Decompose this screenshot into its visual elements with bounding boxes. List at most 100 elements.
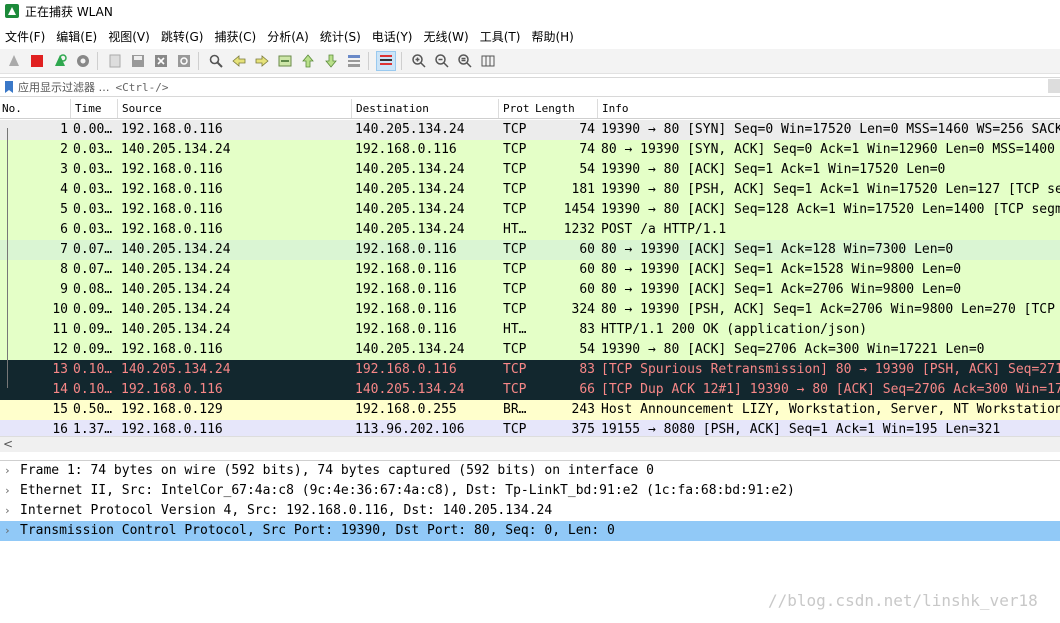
menu-item[interactable]: 分析(A): [262, 28, 315, 45]
packet-info: 19390 → 80 [PSH, ACK] Seq=1 Ack=1 Win=17…: [601, 182, 1060, 197]
detail-tree-row[interactable]: › Frame 1: 74 bytes on wire (592 bits), 7…: [0, 461, 1060, 481]
packet-list[interactable]: 1 0.00… 192.168.0.116 140.205.134.24 TCP 74 19…: [0, 120, 1060, 436]
column-divider[interactable]: [70, 99, 71, 118]
packet-list-scrollbar[interactable]: <: [0, 436, 1060, 452]
zoom-reset-icon[interactable]: [455, 51, 474, 71]
packet-row[interactable]: 8 0.07… 140.205.134.24 192.168.0.116 TCP 60 80…: [0, 260, 1060, 280]
detail-text: Frame 1: 74 bytes on wire (592 bits), 74…: [20, 463, 654, 478]
col-header-length[interactable]: Length: [535, 102, 575, 115]
packet-row[interactable]: 14 0.10… 192.168.0.116 140.205.134.24 TCP 66 […: [0, 380, 1060, 400]
menu-item[interactable]: 工具(T): [475, 28, 527, 45]
column-divider[interactable]: [597, 99, 598, 118]
packet-no: 4: [60, 182, 68, 197]
col-header-destination[interactable]: Destination: [356, 102, 429, 115]
expand-arrow-icon[interactable]: ›: [4, 521, 11, 541]
packet-info: 80 → 19390 [SYN, ACK] Seq=0 Ack=1 Win=12…: [601, 142, 1060, 157]
apply-filter-button[interactable]: [1048, 79, 1060, 93]
go-back-icon[interactable]: [229, 51, 248, 71]
packet-row[interactable]: 11 0.09… 140.205.134.24 192.168.0.116 HT… 83 H…: [0, 320, 1060, 340]
expand-arrow-icon[interactable]: ›: [4, 481, 11, 501]
packet-row[interactable]: 4 0.03… 192.168.0.116 140.205.134.24 TCP 181 1…: [0, 180, 1060, 200]
packet-destination: 192.168.0.116: [355, 282, 457, 297]
col-header-protocol[interactable]: Prot: [503, 102, 530, 115]
bookmark-icon[interactable]: [4, 81, 14, 93]
close-file-icon[interactable]: [151, 51, 170, 71]
packet-row[interactable]: 15 0.50… 192.168.0.129 192.168.0.255 BR… 243 H…: [0, 400, 1060, 420]
zoom-in-icon[interactable]: [409, 51, 428, 71]
expand-arrow-icon[interactable]: ›: [4, 461, 11, 481]
colorize-icon[interactable]: [376, 51, 396, 71]
packet-row[interactable]: 3 0.03… 192.168.0.116 140.205.134.24 TCP 54 19…: [0, 160, 1060, 180]
display-filter-bar[interactable]: 应用显示过滤器 … <Ctrl-/>: [0, 77, 1060, 97]
stop-capture-icon[interactable]: [27, 51, 46, 71]
col-header-source[interactable]: Source: [122, 102, 162, 115]
menu-bar: 文件(F) 编辑(E) 视图(V) 跳转(G) 捕获(C) 分析(A) 统计(S) 电话(Y)…: [0, 26, 1060, 46]
title-bar: 正在捕获 WLAN: [0, 0, 1060, 22]
go-last-packet-icon[interactable]: [321, 51, 340, 71]
packet-protocol: TCP: [503, 162, 527, 177]
packet-no: 6: [60, 222, 68, 237]
menu-item[interactable]: 视图(V): [103, 28, 156, 45]
scroll-left-icon[interactable]: <: [3, 437, 13, 452]
save-file-icon[interactable]: [128, 51, 147, 71]
menu-item[interactable]: 捕获(C): [209, 28, 262, 45]
packet-row[interactable]: 2 0.03… 140.205.134.24 192.168.0.116 TCP 74 80…: [0, 140, 1060, 160]
packet-row[interactable]: 1 0.00… 192.168.0.116 140.205.134.24 TCP 74 19…: [0, 120, 1060, 140]
start-capture-icon[interactable]: [4, 51, 23, 71]
packet-length: 83: [579, 362, 595, 377]
packet-row[interactable]: 5 0.03… 192.168.0.116 140.205.134.24 TCP 1454…: [0, 200, 1060, 220]
expand-arrow-icon[interactable]: ›: [4, 501, 11, 521]
packet-source: 140.205.134.24: [121, 362, 231, 377]
packet-row[interactable]: 12 0.09… 192.168.0.116 140.205.134.24 TCP 54 1…: [0, 340, 1060, 360]
display-filter-input[interactable]: 应用显示过滤器 …: [18, 79, 110, 95]
packet-row[interactable]: 9 0.08… 140.205.134.24 192.168.0.116 TCP 60 80…: [0, 280, 1060, 300]
packet-source: 140.205.134.24: [121, 302, 231, 317]
restart-capture-icon[interactable]: [50, 51, 69, 71]
packet-destination: 140.205.134.24: [355, 342, 465, 357]
column-divider[interactable]: [498, 99, 499, 118]
menu-item[interactable]: 统计(S): [315, 28, 367, 45]
go-to-packet-icon[interactable]: [275, 51, 294, 71]
packet-no: 3: [60, 162, 68, 177]
column-divider[interactable]: [351, 99, 352, 118]
packet-destination: 192.168.0.116: [355, 302, 457, 317]
resize-columns-icon[interactable]: [478, 51, 497, 71]
capture-options-icon[interactable]: [73, 51, 92, 71]
col-header-info[interactable]: Info: [602, 102, 629, 115]
packet-length: 60: [579, 242, 595, 257]
menu-item[interactable]: 电话(Y): [367, 28, 419, 45]
toolbar-separator: [368, 52, 369, 70]
menu-item[interactable]: 文件(F): [0, 28, 51, 45]
menu-item[interactable]: 编辑(E): [51, 28, 103, 45]
open-file-icon[interactable]: [105, 51, 124, 71]
packet-length: 60: [579, 262, 595, 277]
column-divider[interactable]: [117, 99, 118, 118]
menu-item[interactable]: 帮助(H): [526, 28, 579, 45]
detail-tree-row[interactable]: › Transmission Control Protocol, Src Port…: [0, 521, 1060, 541]
go-first-packet-icon[interactable]: [298, 51, 317, 71]
packet-destination: 140.205.134.24: [355, 382, 465, 397]
packet-protocol: BR…: [503, 402, 527, 417]
packet-no: 11: [52, 322, 68, 337]
packet-row[interactable]: 13 0.10… 140.205.134.24 192.168.0.116 TCP 83 […: [0, 360, 1060, 380]
packet-row[interactable]: 10 0.09… 140.205.134.24 192.168.0.116 TCP 324…: [0, 300, 1060, 320]
packet-protocol: TCP: [503, 142, 527, 157]
find-packet-icon[interactable]: [206, 51, 225, 71]
packet-row[interactable]: 7 0.07… 140.205.134.24 192.168.0.116 TCP 60 80…: [0, 240, 1060, 260]
col-header-time[interactable]: Time: [75, 102, 102, 115]
reload-file-icon[interactable]: [174, 51, 193, 71]
zoom-out-icon[interactable]: [432, 51, 451, 71]
packet-row[interactable]: 6 0.03… 192.168.0.116 140.205.134.24 HT… 1232…: [0, 220, 1060, 240]
col-header-no[interactable]: No.: [2, 102, 22, 115]
detail-tree-row[interactable]: › Internet Protocol Version 4, Src: 192.1…: [0, 501, 1060, 521]
menu-item[interactable]: 无线(W): [419, 28, 475, 45]
packet-time: 0.09…: [73, 322, 113, 337]
auto-scroll-icon[interactable]: [344, 51, 363, 71]
menu-item[interactable]: 跳转(G): [156, 28, 210, 45]
packet-no: 14: [52, 382, 68, 397]
detail-tree-row[interactable]: › Ethernet II, Src: IntelCor_67:4a:c8 (9c…: [0, 481, 1060, 501]
packet-protocol: TCP: [503, 342, 527, 357]
packet-destination: 192.168.0.255: [355, 402, 457, 417]
go-forward-icon[interactable]: [252, 51, 271, 71]
packet-row[interactable]: 16 1.37… 192.168.0.116 113.96.202.106 TCP 375…: [0, 420, 1060, 436]
